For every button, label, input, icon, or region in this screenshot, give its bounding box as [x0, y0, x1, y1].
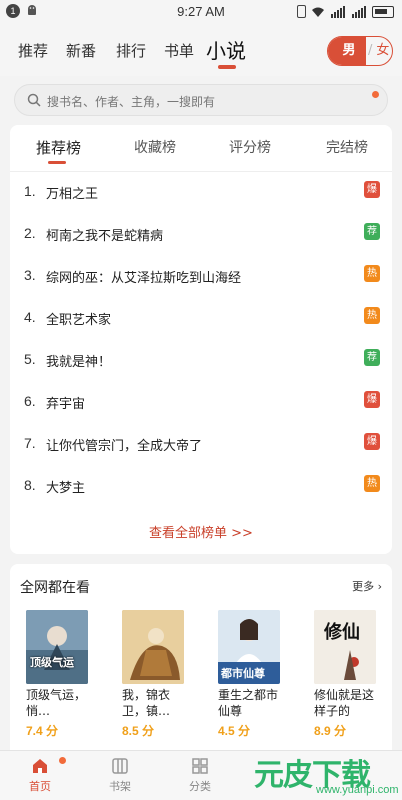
tab-rank[interactable]: 排行 [116, 40, 146, 61]
nav-bookshelf[interactable]: 书架 [90, 757, 150, 794]
book-title: 柯南之我不是蛇精病 [46, 229, 164, 244]
status-bar: 1 9:27 AM [0, 0, 402, 24]
active-tab-indicator [218, 65, 236, 69]
book-title: 我就是神！ [46, 355, 112, 370]
book-title: 顶级气运，悄… [26, 688, 87, 718]
rank-number: 5. [24, 351, 36, 367]
nav-category[interactable]: 分类 [170, 757, 230, 794]
home-icon [33, 759, 47, 773]
rank-number: 2. [24, 225, 36, 241]
everyone-watching-section: 全网都在看 更多 › 顶级气运 顶级气运，悄… 7.4 分 我，锦衣卫，镇… 8… [10, 564, 392, 750]
chevron-right-icon: › [377, 580, 382, 593]
top-nav: 推荐 新番 排行 书单 小说 男 / 女 [0, 24, 402, 76]
nav-bookshelf-label: 书架 [109, 780, 131, 793]
book-score: 4.5 分 [218, 724, 251, 738]
search-notification-dot [372, 91, 379, 98]
ranking-row[interactable]: 2. 柯南之我不是蛇精病 荐 [24, 219, 380, 249]
hot-badge: 爆 [364, 391, 380, 408]
gender-separator: / [368, 43, 373, 58]
book-score: 7.4 分 [26, 724, 59, 738]
gender-female-option[interactable]: 女 [376, 37, 389, 65]
battery-icon [372, 5, 394, 18]
rank-number: 7. [24, 435, 36, 451]
signal-2-icon [352, 5, 366, 18]
ranking-tab-indicator [48, 161, 66, 164]
book-score: 8.5 分 [122, 724, 155, 738]
book-cover: 都市仙尊 [218, 610, 280, 684]
book-card[interactable]: 顶级气运 顶级气运，悄… 7.4 分 [26, 610, 96, 739]
home-notification-dot [59, 757, 66, 764]
book-card[interactable]: 我，锦衣卫，镇… 8.5 分 [122, 610, 192, 739]
recommend-badge: 荐 [364, 223, 380, 240]
search-placeholder: 搜书名、作者、主角，一搜即有 [47, 95, 216, 109]
rank-number: 8. [24, 477, 36, 493]
category-icon [192, 758, 208, 774]
signal-icon [331, 5, 345, 18]
divider [10, 171, 392, 172]
bookshelf-icon [112, 758, 128, 774]
tab-booklist[interactable]: 书单 [164, 40, 194, 61]
nav-home-label: 首页 [29, 780, 51, 793]
more-link[interactable]: 更多 › [352, 578, 382, 594]
popular-badge: 热 [364, 265, 380, 282]
tab-rating-rank[interactable]: 评分榜 [229, 137, 271, 157]
rank-number: 6. [24, 393, 36, 409]
book-card[interactable]: 都市仙尊 重生之都市仙尊 4.5 分 [218, 610, 288, 739]
vibrate-icon [297, 5, 306, 18]
cover-text: 修仙 [324, 622, 360, 643]
book-title: 我，锦衣卫，镇… [122, 688, 171, 718]
cover-text: 顶级气运 [30, 656, 74, 669]
tab-recommend-rank[interactable]: 推荐榜 [36, 137, 81, 158]
book-cover [122, 610, 184, 684]
gender-toggle[interactable]: 男 / 女 [327, 36, 393, 66]
book-title: 综网的巫：从艾泽拉斯吃到山海经 [46, 271, 242, 286]
book-title: 万相之王 [46, 187, 99, 202]
hot-badge: 爆 [364, 433, 380, 450]
book-title: 重生之都市仙尊 [218, 688, 279, 718]
book-title: 大梦主 [46, 481, 86, 496]
more-label: 更多 [352, 580, 375, 593]
tab-recommend[interactable]: 推荐 [18, 40, 48, 61]
nav-category-label: 分类 [189, 780, 211, 793]
gender-male-option[interactable]: 男 [328, 37, 366, 65]
tab-finished-rank[interactable]: 完结榜 [326, 137, 368, 157]
ranking-row[interactable]: 1. 万相之王 爆 [24, 177, 380, 207]
book-title: 修仙就是这样子的 [314, 688, 375, 718]
watermark-logo: 元皮下载 www.yuanpi.com [246, 748, 402, 800]
ranking-row[interactable]: 7. 让你代管宗门，全成大帝了 爆 [24, 429, 380, 459]
tab-favorite-rank[interactable]: 收藏榜 [134, 137, 176, 157]
ranking-card: 推荐榜 收藏榜 评分榜 完结榜 1. 万相之王 爆 2. 柯南之我不是蛇精病 荐… [10, 125, 392, 554]
rank-number: 4. [24, 309, 36, 325]
book-score: 8.9 分 [314, 724, 347, 738]
hot-badge: 爆 [364, 181, 380, 198]
ranking-row[interactable]: 8. 大梦主 热 [24, 471, 380, 501]
wifi-icon [312, 7, 324, 17]
ranking-row[interactable]: 6. 弃宇宙 爆 [24, 387, 380, 417]
book-title: 让你代管宗门，全成大帝了 [46, 439, 203, 454]
watermark-url: www.yuanpi.com [316, 784, 399, 796]
cover-text: 都市仙尊 [221, 667, 265, 680]
recommend-badge: 荐 [364, 349, 380, 366]
popular-badge: 热 [364, 307, 380, 324]
book-cover: 顶级气运 [26, 610, 88, 684]
tab-novel[interactable]: 小说 [206, 35, 246, 64]
tab-new[interactable]: 新番 [66, 40, 96, 61]
book-cover: 修仙 [314, 610, 376, 684]
rank-number: 1. [24, 183, 36, 199]
book-card[interactable]: 修仙 修仙就是这样子的 8.9 分 [314, 610, 384, 739]
rank-number: 3. [24, 267, 36, 283]
popular-badge: 热 [364, 475, 380, 492]
book-title: 弃宇宙 [46, 397, 86, 412]
book-title: 全职艺术家 [46, 313, 112, 328]
ranking-row[interactable]: 4. 全职艺术家 热 [24, 303, 380, 333]
section-heading: 全网都在看 [20, 580, 90, 596]
search-icon [27, 93, 41, 107]
see-all-rankings-link[interactable]: 查看全部榜单 >> [10, 522, 392, 541]
search-bar[interactable]: 搜书名、作者、主角，一搜即有 [14, 84, 388, 116]
ranking-row[interactable]: 5. 我就是神！ 荐 [24, 345, 380, 375]
ranking-row[interactable]: 3. 综网的巫：从艾泽拉斯吃到山海经 热 [24, 261, 380, 291]
